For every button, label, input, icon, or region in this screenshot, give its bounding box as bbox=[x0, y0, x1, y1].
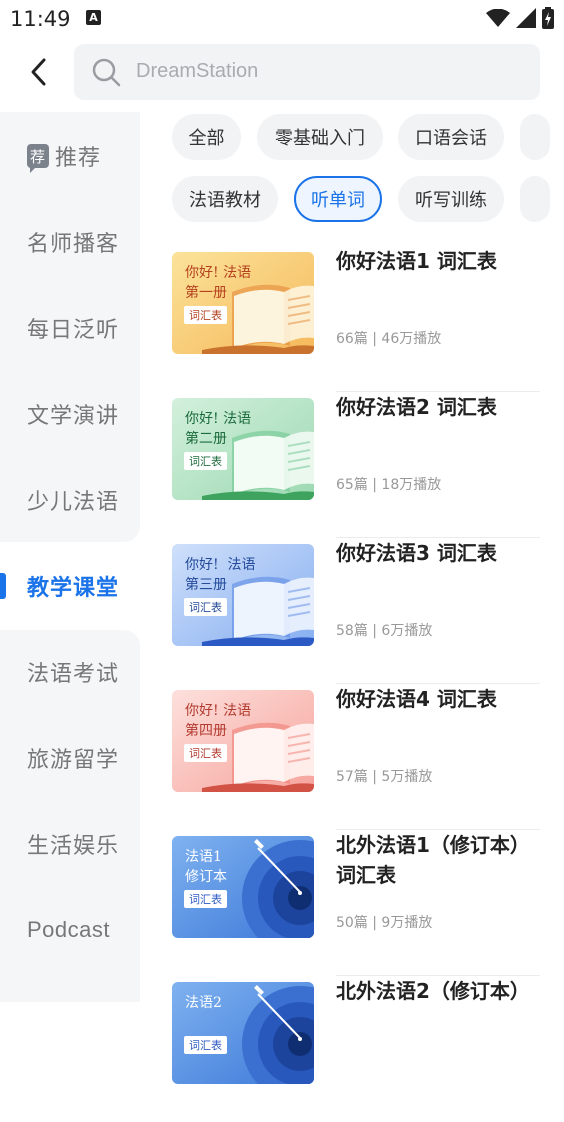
status-bar: 11:49 A bbox=[0, 0, 564, 38]
cover-tag: 词汇表 bbox=[184, 1036, 227, 1054]
item-title: 你好法语1 词汇表 bbox=[336, 249, 497, 273]
cover-tag: 词汇表 bbox=[184, 890, 227, 908]
filter-chip-partial[interactable] bbox=[520, 176, 550, 222]
sidebar-item-4[interactable]: 文学演讲 bbox=[0, 371, 140, 457]
cover-title: 法语1 修订本 bbox=[185, 849, 227, 885]
filter-chip[interactable]: 法语教材 bbox=[172, 176, 278, 222]
item-meta: 57篇 | 5万播放 bbox=[336, 769, 433, 785]
book-cover-image: 法语2 词汇表 bbox=[172, 982, 314, 1084]
status-time: 11:49 bbox=[10, 7, 71, 31]
item-title: 北外法语1（修订本）词汇表 bbox=[336, 833, 530, 887]
cover-tag: 词汇表 bbox=[184, 306, 227, 324]
cover-tag: 词汇表 bbox=[184, 598, 227, 616]
item-meta: 50篇 | 9万播放 bbox=[336, 915, 433, 931]
sidebar-item-2[interactable]: 名师播客 bbox=[0, 199, 140, 285]
cover-tag: 词汇表 bbox=[184, 452, 227, 470]
search-input[interactable]: DreamStation bbox=[74, 44, 540, 100]
sidebar-item-label: 每日泛听 bbox=[27, 318, 120, 343]
sidebar-item-7[interactable]: 法语考试 bbox=[0, 629, 140, 715]
cover-title: 你好! 法语 第一册 bbox=[185, 265, 252, 301]
recommend-icon: 荐 bbox=[27, 144, 49, 173]
item-meta: 58篇 | 6万播放 bbox=[336, 623, 433, 639]
list-item[interactable]: 你好! 法语 第二册 词汇表 你好法语2 词汇表 65篇 | 18万播放 bbox=[172, 392, 540, 538]
item-meta: 65篇 | 18万播放 bbox=[336, 477, 442, 493]
item-title: 你好法语3 词汇表 bbox=[336, 541, 497, 565]
book-cover-image: 你好! 法语 第二册词汇表 bbox=[172, 398, 314, 500]
sidebar-item-label: Podcast bbox=[27, 917, 110, 942]
filter-chip[interactable]: 口语会话 bbox=[398, 114, 504, 160]
sidebar-item-6[interactable]: 教学课堂 bbox=[0, 543, 140, 629]
sidebar-item-label: 法语考试 bbox=[27, 662, 120, 687]
sidebar-item-label: 推荐 bbox=[55, 146, 102, 171]
item-title: 你好法语2 词汇表 bbox=[336, 395, 497, 419]
cover-tag: 词汇表 bbox=[184, 744, 227, 762]
list-item[interactable]: 法语1 修订本 词汇表 北外法语1（修订本）词汇表 50篇 | 9万播放 bbox=[172, 830, 540, 976]
sidebar-item-9[interactable]: 生活娱乐 bbox=[0, 801, 140, 887]
book-cover-image: 法语1 修订本词汇表 bbox=[172, 836, 314, 938]
sidebar-item-8[interactable]: 旅游留学 bbox=[0, 715, 140, 801]
filter-chip[interactable]: 听单词 bbox=[294, 176, 382, 222]
sidebar-item-label: 少儿法语 bbox=[27, 490, 120, 515]
filter-chip[interactable]: 零基础入门 bbox=[257, 114, 383, 160]
list-item[interactable]: 你好! 法语 第一册 词汇表 你好法语1 词汇表 66篇 | 46万播放 bbox=[172, 246, 540, 392]
item-meta: 66篇 | 46万播放 bbox=[336, 331, 442, 347]
book-cover-image: 你好! 法语 第四册词汇表 bbox=[172, 690, 314, 792]
filter-chip[interactable]: 全部 bbox=[172, 114, 241, 160]
sidebar-item-label: 名师播客 bbox=[27, 232, 120, 257]
sidebar-item-label: 教学课堂 bbox=[27, 576, 120, 601]
battery-icon bbox=[542, 7, 554, 29]
search-placeholder: DreamStation bbox=[136, 60, 259, 82]
search-bar: DreamStation bbox=[0, 44, 564, 100]
sidebar-item-label: 生活娱乐 bbox=[27, 834, 120, 859]
book-cover-image: 你好! 法语 第一册词汇表 bbox=[172, 252, 314, 354]
item-title: 你好法语4 词汇表 bbox=[336, 687, 497, 711]
filter-chip[interactable]: 听写训练 bbox=[398, 176, 504, 222]
search-icon bbox=[92, 58, 121, 87]
cover-title: 法语2 bbox=[185, 995, 222, 1011]
sidebar-item-5[interactable]: 少儿法语 bbox=[0, 457, 140, 543]
wifi-icon bbox=[486, 9, 510, 27]
sidebar-item-label: 文学演讲 bbox=[27, 404, 120, 429]
book-cover-image: 你好! 法语 第三册词汇表 bbox=[172, 544, 314, 646]
sidebar-item-1[interactable]: 荐推荐 bbox=[0, 113, 140, 199]
cover-title: 你好! 法语 第三册 bbox=[185, 557, 256, 593]
cover-title: 你好! 法语 第四册 bbox=[185, 703, 252, 739]
sidebar-item-label: 旅游留学 bbox=[27, 748, 120, 773]
list-item[interactable]: 法语2 词汇表 北外法语2（修订本） bbox=[172, 976, 540, 1122]
sidebar-item-3[interactable]: 每日泛听 bbox=[0, 285, 140, 371]
filter-chip-partial[interactable] bbox=[520, 114, 550, 160]
signal-icon bbox=[516, 8, 536, 28]
list-item[interactable]: 你好! 法语 第四册 词汇表 你好法语4 词汇表 57篇 | 5万播放 bbox=[172, 684, 540, 830]
back-arrow-icon[interactable] bbox=[22, 54, 58, 90]
list-item[interactable]: 你好! 法语 第三册 词汇表 你好法语3 词汇表 58篇 | 6万播放 bbox=[172, 538, 540, 684]
cover-title: 你好! 法语 第二册 bbox=[185, 411, 252, 447]
notification-icon: A bbox=[86, 10, 101, 25]
sidebar-item-10[interactable]: Podcast bbox=[0, 887, 140, 973]
